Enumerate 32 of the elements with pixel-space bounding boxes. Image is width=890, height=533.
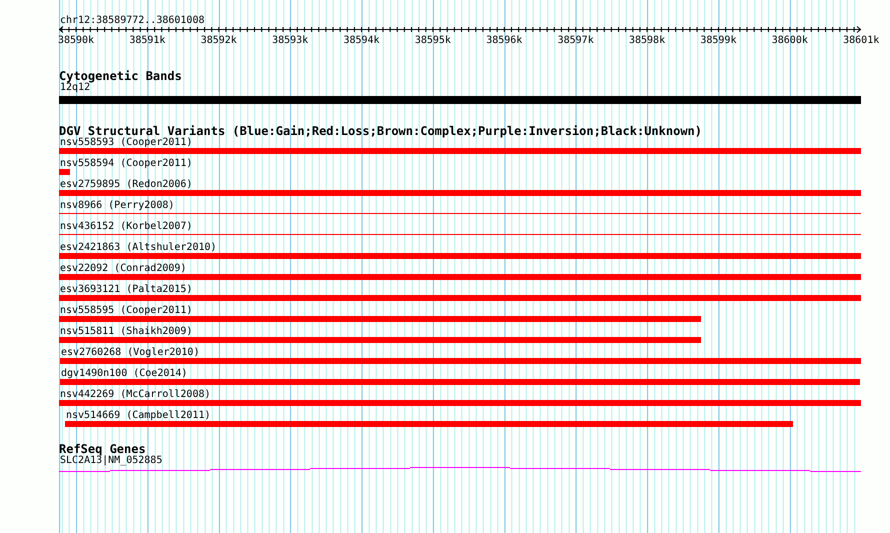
ruler-tick-label: 38592k <box>200 35 237 46</box>
variant-label: nsv442269 (McCarroll2008) <box>59 389 211 400</box>
band-label: 12q12 <box>60 82 90 93</box>
ruler-tick-label: 38591k <box>129 35 166 46</box>
variant-label: esv22092 (Conrad2009) <box>59 263 186 274</box>
variant-label: nsv558595 (Cooper2011) <box>59 305 192 316</box>
track-title: DGV Structural Variants (Blue:Gain;Red:Loss;Brown:Complex;Purple:Inversion;Black:Unknown) <box>59 125 702 137</box>
ruler-tick-label: 38596k <box>486 35 522 46</box>
ruler-tick-label: 38590k <box>58 35 94 46</box>
ruler-tick-label: 38601k <box>843 35 880 46</box>
variant-label: nsv8966 (Perry2008) <box>59 200 174 211</box>
variant-label: esv2421863 (Altshuler2010) <box>59 242 217 253</box>
variant-label: esv2760268 (Vogler2010) <box>60 347 200 358</box>
gene-label: SLC2A13|NM_052885 <box>60 455 162 466</box>
variant-label: esv2759895 (Redon2006) <box>59 179 192 190</box>
variant-label: nsv514669 (Campbell2011) <box>65 410 210 421</box>
ruler-tick-label: 38600k <box>772 35 808 46</box>
ruler-tick-label: 38594k <box>343 35 380 46</box>
track-title: RefSeq Genes <box>59 443 146 455</box>
variant-label: nsv515811 (Shaikh2009) <box>59 326 192 337</box>
ruler-tick-label: 38595k <box>414 35 451 46</box>
position-label: chr12:38589772..38601008 <box>59 15 204 26</box>
ruler-tick-label: 38593k <box>272 35 308 46</box>
ruler-tick-label: 38597k <box>558 35 594 46</box>
ruler-tick-label: 38598k <box>628 35 666 46</box>
variant-label: dgv1490n100 (Coe2014) <box>60 368 188 379</box>
variant-label: esv3693121 (Palta2015) <box>59 284 192 295</box>
variant-label: nsv436152 (Korbel2007) <box>59 221 192 232</box>
variant-label: nsv558593 (Cooper2011) <box>59 137 192 148</box>
ruler-tick-label: 38599k <box>700 35 736 46</box>
variant-label: nsv558594 (Cooper2011) <box>59 158 192 169</box>
track-title: Cytogenetic Bands <box>59 70 182 82</box>
